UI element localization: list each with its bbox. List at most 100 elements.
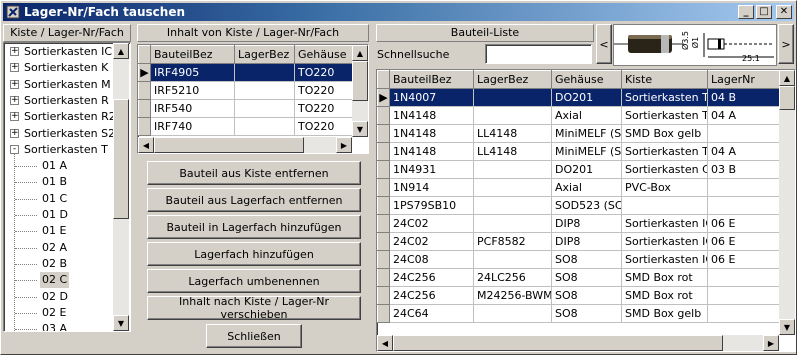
table-cell[interactable]: M24256-BWMN bbox=[473, 286, 552, 305]
table-cell[interactable]: PVC-Box bbox=[621, 178, 708, 197]
maximize-icon[interactable]: □ bbox=[756, 5, 772, 19]
table-row[interactable]: 1N4148LL4148MiniMELF (SOSMD Box gelb bbox=[377, 124, 780, 143]
scroll-thumb[interactable] bbox=[779, 86, 795, 110]
table-cell[interactable]: 1N914 bbox=[389, 178, 474, 197]
table-cell[interactable] bbox=[707, 268, 780, 287]
table-cell[interactable]: Sortierkasten T bbox=[621, 106, 708, 125]
close-icon[interactable]: ✕ bbox=[776, 5, 792, 19]
row-pointer-icon[interactable]: ▶ bbox=[377, 88, 390, 107]
tree-child-node[interactable]: 03 A bbox=[4, 321, 112, 331]
table-cell[interactable]: LL4148 bbox=[473, 142, 552, 161]
close-button[interactable]: Schließen bbox=[206, 324, 302, 348]
table-row[interactable]: 24C64 SO8 SMD Box gelb bbox=[377, 304, 780, 323]
tree-child-node[interactable]: 01 D bbox=[4, 207, 112, 223]
table-cell[interactable]: SO8 bbox=[551, 304, 622, 323]
tree-node[interactable]: + Sortierkasten R2 bbox=[4, 109, 116, 125]
tree-node[interactable]: - Sortierkasten T bbox=[4, 142, 112, 158]
table-cell[interactable]: SMD Box gelb bbox=[621, 124, 708, 143]
table-row[interactable]: 1N4148 Axial Sortierkasten T 04 A bbox=[377, 106, 780, 125]
table-cell[interactable]: 1N4148 bbox=[389, 124, 474, 143]
table-cell[interactable] bbox=[707, 304, 780, 323]
table-cell[interactable]: 24C64 bbox=[389, 304, 474, 323]
expand-icon[interactable]: + bbox=[10, 95, 19, 105]
table-cell[interactable]: TO220 bbox=[294, 99, 353, 118]
row-indicator[interactable] bbox=[377, 232, 390, 251]
scroll-thumb[interactable] bbox=[113, 99, 129, 219]
row-indicator[interactable] bbox=[377, 142, 390, 161]
row-indicator[interactable] bbox=[377, 160, 390, 179]
parts-grid[interactable]: BauteilBez LagerBez Gehäuse Kiste LagerN… bbox=[376, 69, 796, 352]
table-cell[interactable]: 06 E bbox=[707, 214, 780, 233]
kiste-tree[interactable]: + Sortierkasten IC + Sortierkasten K + Sortie… bbox=[3, 42, 131, 332]
collapse-icon[interactable]: - bbox=[10, 144, 19, 154]
row-indicator[interactable] bbox=[138, 99, 151, 118]
table-cell[interactable]: SO8 bbox=[551, 268, 622, 287]
row-indicator[interactable] bbox=[377, 286, 390, 305]
tree-child-node[interactable]: 01 E bbox=[4, 223, 112, 239]
table-cell[interactable]: 06 E bbox=[707, 250, 780, 269]
contents-grid[interactable]: BauteilBez LagerBez Gehäuse ▶ IRF4905 TO22… bbox=[137, 44, 369, 154]
table-row[interactable]: 24C02 DIP8 Sortierkasten IC 06 E bbox=[377, 214, 780, 233]
row-indicator[interactable] bbox=[138, 81, 151, 100]
table-cell[interactable]: DIP8 bbox=[551, 232, 622, 251]
table-cell[interactable] bbox=[473, 304, 552, 323]
title-bar[interactable]: Lager-Nr/Fach tauschen _ □ ✕ bbox=[3, 3, 794, 21]
table-cell[interactable] bbox=[473, 88, 552, 107]
tree-child-node[interactable]: 01 B bbox=[4, 174, 112, 190]
table-cell[interactable] bbox=[234, 99, 295, 118]
tree-child-node[interactable]: 02 A bbox=[4, 240, 112, 256]
table-cell[interactable]: 24C02 bbox=[389, 214, 474, 233]
tree-node[interactable]: + Sortierkasten M bbox=[4, 77, 112, 93]
table-cell[interactable]: Sortierkasten C bbox=[621, 160, 708, 179]
table-row[interactable]: 1N914 Axial PVC-Box bbox=[377, 178, 780, 197]
scroll-up-icon[interactable]: ▲ bbox=[779, 70, 795, 86]
table-cell[interactable] bbox=[473, 160, 552, 179]
scroll-thumb[interactable] bbox=[352, 61, 368, 101]
table-cell[interactable] bbox=[707, 196, 780, 215]
table-cell[interactable]: Sortierkasten IC bbox=[621, 232, 708, 251]
scroll-right-icon[interactable]: ▶ bbox=[763, 335, 779, 351]
table-cell[interactable]: DO201 bbox=[551, 88, 622, 107]
tree-child-node[interactable]: 02 C bbox=[4, 272, 112, 289]
table-cell[interactable]: Sortierkasten T bbox=[621, 88, 708, 107]
row-indicator[interactable] bbox=[377, 250, 390, 269]
table-cell[interactable]: 1N4007 bbox=[389, 88, 474, 107]
table-cell[interactable]: 1PS79SB10 bbox=[389, 196, 474, 215]
row-indicator[interactable] bbox=[377, 124, 390, 143]
table-cell[interactable]: LL4148 bbox=[473, 124, 552, 143]
row-indicator[interactable] bbox=[377, 304, 390, 323]
table-cell[interactable]: 24C256 bbox=[389, 286, 474, 305]
tree-child-node[interactable]: 02 D bbox=[4, 289, 112, 305]
rename-drawer-button[interactable]: Lagerfach umbenennen bbox=[147, 269, 361, 293]
tree-child-node[interactable]: 01 C bbox=[4, 191, 112, 207]
table-cell[interactable]: Sortierkasten IC bbox=[621, 214, 708, 233]
table-cell[interactable]: IRF540 bbox=[150, 99, 235, 118]
table-cell[interactable] bbox=[234, 63, 295, 82]
table-cell[interactable]: Sortierkasten IC bbox=[621, 250, 708, 269]
table-cell[interactable]: SMD Box rot bbox=[621, 286, 708, 305]
tree-node[interactable]: + Sortierkasten S2 bbox=[4, 126, 115, 142]
expand-icon[interactable]: + bbox=[10, 47, 19, 56]
move-contents-button[interactable]: Inhalt nach Kiste / Lager-Nr verschieben bbox=[147, 295, 361, 321]
remove-from-drawer-button[interactable]: Bauteil aus Lagerfach entfernen bbox=[147, 188, 361, 212]
table-cell[interactable]: MiniMELF (SO bbox=[551, 124, 622, 143]
tree-node[interactable]: + Sortierkasten R bbox=[4, 93, 112, 109]
table-row[interactable]: IRF540 TO220 bbox=[138, 99, 353, 118]
table-row[interactable]: 1PS79SB10 SOD523 (SC- bbox=[377, 196, 780, 215]
table-cell[interactable]: PCF8582 bbox=[473, 232, 552, 251]
row-indicator[interactable] bbox=[377, 268, 390, 287]
table-cell[interactable]: TO220 bbox=[294, 117, 353, 136]
scroll-down-icon[interactable]: ▼ bbox=[352, 121, 368, 137]
table-row[interactable]: 1N4931 DO201 Sortierkasten C 03 B bbox=[377, 160, 780, 179]
table-cell[interactable]: IRF740 bbox=[150, 117, 235, 136]
contents-hscroll[interactable]: ◀ ▶ bbox=[138, 137, 352, 153]
col-header[interactable]: LagerBez bbox=[234, 45, 295, 64]
scroll-thumb[interactable] bbox=[393, 335, 723, 351]
scroll-up-icon[interactable]: ▲ bbox=[352, 45, 368, 61]
table-row[interactable]: 24C02 PCF8582 DIP8 Sortierkasten IC 06 E bbox=[377, 232, 780, 251]
table-cell[interactable]: IRF5210 bbox=[150, 81, 235, 100]
tree-child-node[interactable]: 01 A bbox=[4, 158, 112, 174]
table-cell[interactable] bbox=[473, 196, 552, 215]
row-indicator[interactable] bbox=[377, 196, 390, 215]
col-header[interactable]: Gehäuse bbox=[551, 70, 622, 89]
